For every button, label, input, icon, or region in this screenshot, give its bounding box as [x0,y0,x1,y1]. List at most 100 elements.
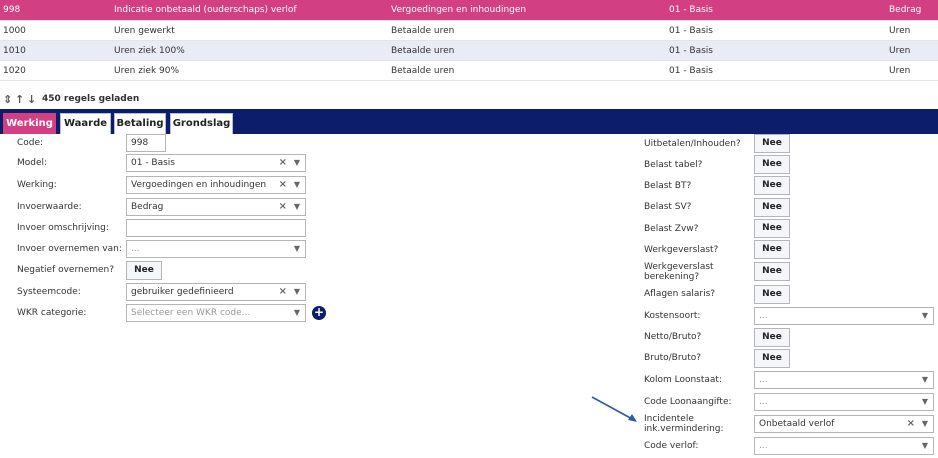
tab-betaling[interactable]: Betaling [114,113,166,134]
clear-icon[interactable]: × [279,155,287,171]
table-row[interactable]: 1020 Uren ziek 90% Betaalde uren 01 - Ba… [0,61,938,81]
netto-label: Netto/Bruto? [644,332,702,342]
tab-waarde[interactable]: Waarde [60,113,111,134]
invoerwaarde-label: Invoerwaarde: [17,202,82,212]
incidentele-select[interactable]: Onbetaald verlof × ▼ [754,415,934,433]
cell-code: 1020 [3,66,26,76]
invoerwaarde-select[interactable]: Bedrag × ▼ [126,198,306,216]
annotation-arrow-icon [591,396,637,422]
rows-loaded-text: 450 regels geladen [42,94,140,104]
clear-icon[interactable]: × [279,177,287,193]
netto-toggle[interactable]: Nee [754,328,790,347]
overnemen-placeholder: ... [131,244,140,254]
omschrijving-input[interactable] [126,219,306,237]
incidentele-value: Onbetaald verlof [759,419,835,429]
systeemcode-value: gebruiker gedefinieerd [131,287,234,297]
aflagen-label: Aflagen salaris? [644,289,716,299]
code-input[interactable]: 998 [126,134,166,152]
aflagen-toggle[interactable]: Nee [754,285,790,304]
chevron-down-icon[interactable]: ▼ [922,372,928,388]
belast-bt-label: Belast BT? [644,181,692,191]
code-verlof-select[interactable]: ... ▼ [754,437,934,455]
wkr-placeholder: Selecteer een WKR code... [131,308,251,318]
werking-value: Vergoedingen en inhoudingen [131,180,267,190]
chevron-down-icon[interactable]: ▼ [922,308,928,324]
overnemen-select[interactable]: ... ▼ [126,240,306,258]
cell-model: 01 - Basis [669,5,713,15]
kostensoort-label: Kostensoort: [644,311,701,321]
overnemen-label: Invoer overnemen van: [17,244,122,254]
belast-zvw-label: Belast Zvw? [644,224,699,234]
kolom-loonstaat-select[interactable]: ... ▼ [754,371,934,389]
loonaangifte-placeholder: ... [759,397,768,407]
invoerwaarde-value: Bedrag [131,202,164,212]
werkgeverslast-label: Werkgeverslast? [644,245,719,255]
cell-input: Uren [889,66,911,76]
chevron-down-icon[interactable]: ▼ [922,394,928,410]
clear-icon[interactable]: × [907,416,915,432]
systeemcode-select[interactable]: gebruiker gedefinieerd × ▼ [126,283,306,301]
clear-icon[interactable]: × [279,284,287,300]
wkr-select[interactable]: Selecteer een WKR code... ▼ [126,304,306,322]
bruto-toggle[interactable]: Nee [754,349,790,368]
belast-bt-toggle[interactable]: Nee [754,176,790,195]
uitbetalen-toggle[interactable]: Nee [754,134,790,153]
arrow-down-icon[interactable]: ↓ [27,91,36,108]
cell-type: Vergoedingen en inhoudingen [391,5,527,15]
werkgeverslast-toggle[interactable]: Nee [754,240,790,259]
belast-zvw-toggle[interactable]: Nee [754,219,790,238]
loonaangifte-select[interactable]: ... ▼ [754,393,934,411]
table-row[interactable]: 1000 Uren gewerkt Betaalde uren 01 - Bas… [0,21,938,41]
cell-name: Uren ziek 90% [114,66,180,76]
payroll-grid: 998 Indicatie onbetaald (ouderschaps) ve… [0,0,938,81]
werking-select[interactable]: Vergoedingen en inhoudingen × ▼ [126,176,306,194]
table-row-selected[interactable]: 998 Indicatie onbetaald (ouderschaps) ve… [0,0,938,21]
werking-label: Werking: [17,180,57,190]
cell-model: 01 - Basis [669,66,713,76]
chevron-down-icon[interactable]: ▼ [294,155,300,171]
tab-bar: Werking Waarde Betaling Grondslag [0,109,938,134]
negatief-label: Negatief overnemen? [17,265,115,275]
wgl-berekening-toggle[interactable]: Nee [754,262,790,281]
wkr-label: WKR categorie: [17,308,87,318]
chevron-down-icon[interactable]: ▼ [294,177,300,193]
model-label: Model: [17,158,48,168]
clear-icon[interactable]: × [279,199,287,215]
loonaangifte-label: Code Loonaangifte: [644,397,732,407]
belast-tabel-label: Belast tabel? [644,160,703,170]
cell-input: Uren [889,26,911,36]
chevron-down-icon[interactable]: ▼ [294,241,300,257]
chevron-down-icon[interactable]: ▼ [294,199,300,215]
cell-model: 01 - Basis [669,26,713,36]
incidentele-label-line2: ink.vermindering: [644,424,724,434]
cell-name: Indicatie onbetaald (ouderschaps) verlof [114,5,297,15]
cell-name: Uren gewerkt [114,26,175,36]
kostensoort-select[interactable]: ... ▼ [754,307,934,325]
chevron-down-icon[interactable]: ▼ [922,416,928,432]
negatief-toggle[interactable]: Nee [126,261,162,280]
sort-icon[interactable]: ⇕ [3,91,12,108]
tab-werking[interactable]: Werking [3,113,56,134]
cell-type: Betaalde uren [391,46,455,56]
cell-input: Bedrag [889,5,922,15]
grid-status-bar: ⇕ ↑ ↓ 450 regels geladen [0,91,938,108]
tab-grondslag[interactable]: Grondslag [170,113,233,134]
belast-sv-label: Belast SV? [644,202,692,212]
table-row[interactable]: 1010 Uren ziek 100% Betaalde uren 01 - B… [0,41,938,61]
chevron-down-icon[interactable]: ▼ [922,438,928,454]
chevron-down-icon[interactable]: ▼ [294,284,300,300]
cell-type: Betaalde uren [391,66,455,76]
add-wkr-icon[interactable]: + [312,306,326,320]
kolom-loonstaat-label: Kolom Loonstaat: [644,375,722,385]
uitbetalen-label: Uitbetalen/Inhouden? [644,139,741,149]
arrow-up-icon[interactable]: ↑ [15,91,24,108]
kostensoort-placeholder: ... [759,311,768,321]
omschrijving-label: Invoer omschrijving: [17,223,109,233]
belast-tabel-toggle[interactable]: Nee [754,155,790,174]
model-select[interactable]: 01 - Basis × ▼ [126,154,306,172]
cell-code: 1010 [3,46,26,56]
chevron-down-icon[interactable]: ▼ [294,305,300,321]
kolom-loonstaat-placeholder: ... [759,375,768,385]
code-label: Code: [17,138,44,148]
belast-sv-toggle[interactable]: Nee [754,198,790,217]
